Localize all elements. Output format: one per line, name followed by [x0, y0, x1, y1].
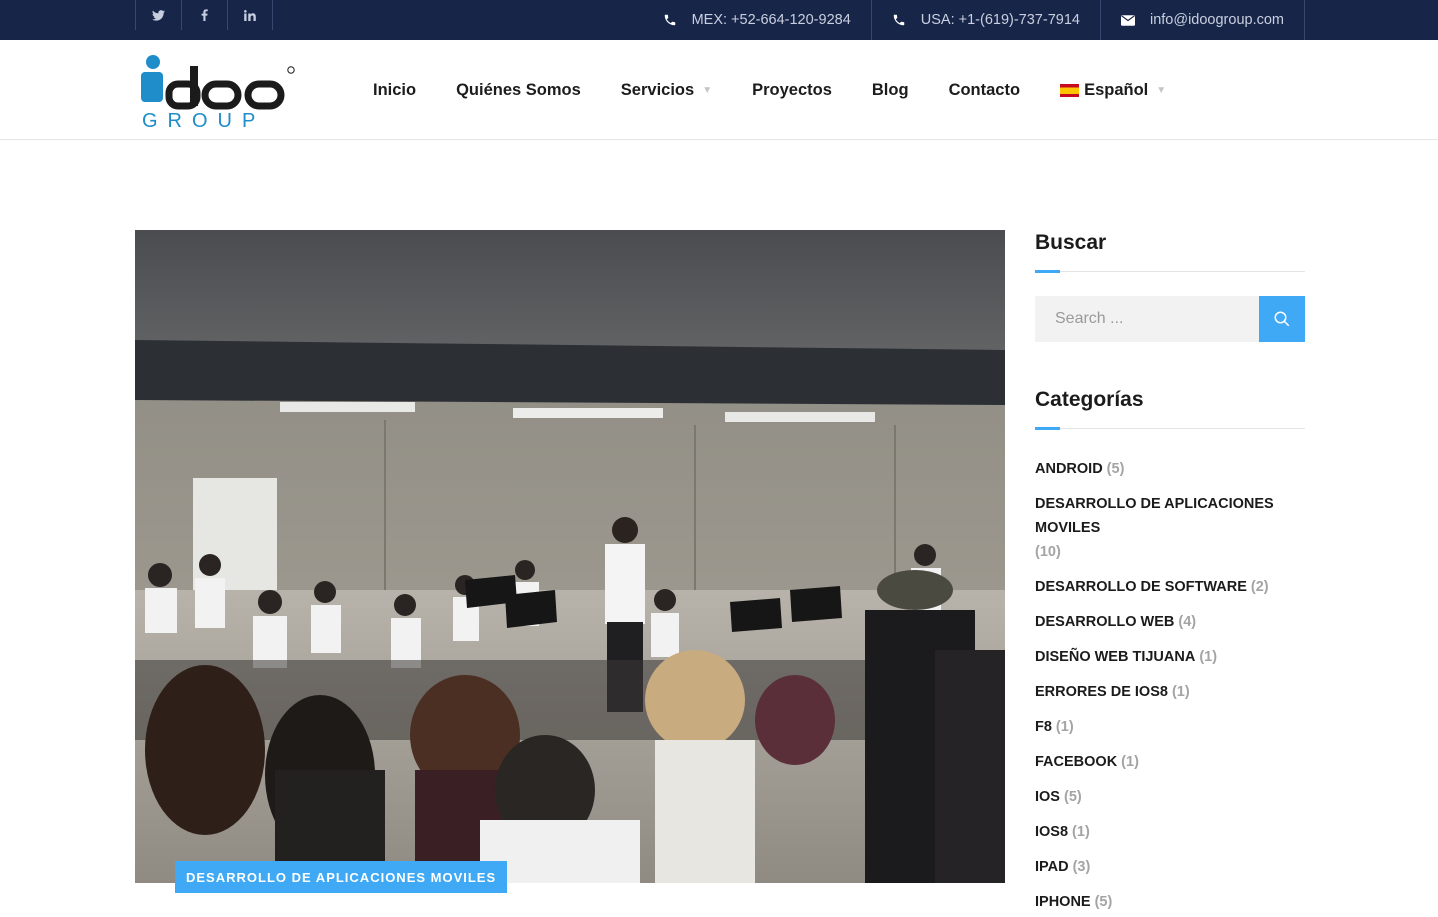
nav-servicios[interactable]: Servicios ▼ [621, 81, 712, 100]
category-name: IPHONE [1035, 894, 1091, 910]
nav-quienes-somos-label: Quiénes Somos [456, 80, 581, 99]
category-item[interactable]: ERRORES DE IOS8 (1) [1035, 680, 1305, 704]
social-links [135, 0, 273, 30]
category-name: IOS [1035, 789, 1060, 805]
contact-email-text: info@idoogroup.com [1149, 12, 1284, 28]
category-count: (2) [1250, 579, 1269, 595]
phone-icon [664, 14, 675, 26]
language-switcher[interactable]: Español ▼ [1060, 81, 1166, 100]
category-item[interactable]: IOS (5) [1035, 785, 1305, 809]
category-item[interactable]: DESARROLLO WEB (4) [1035, 610, 1305, 634]
category-name: IOS8 [1035, 824, 1069, 840]
category-count: (1) [1055, 719, 1074, 735]
contact-email[interactable]: info@idoogroup.com [1101, 0, 1305, 40]
category-count: (10) [1035, 544, 1061, 560]
nav-blog-label: Blog [871, 80, 909, 99]
spain-flag-icon [1060, 83, 1080, 97]
category-item[interactable]: DESARROLLO DE SOFTWARE (2) [1035, 575, 1305, 599]
linkedin-icon [244, 9, 256, 21]
site-logo[interactable]: GROUP [139, 50, 299, 132]
category-name: FACEBOOK [1035, 754, 1118, 770]
category-count: (5) [1106, 461, 1125, 477]
search-form [1035, 296, 1305, 342]
category-count: (1) [1072, 824, 1090, 840]
category-count: (4) [1178, 614, 1197, 630]
twitter-link[interactable] [135, 0, 181, 30]
nav-blog[interactable]: Blog [872, 81, 909, 100]
nav-servicios-label: Servicios [620, 80, 695, 99]
category-name: DESARROLLO DE APLICACIONES MOVILES [1035, 496, 1274, 536]
contact-phone-mex[interactable]: MEX: +52-664-120-9284 [643, 0, 872, 40]
title-divider [1035, 427, 1305, 430]
category-count: (5) [1094, 894, 1113, 910]
main-nav: Inicio Quiénes Somos Servicios ▼ Proyecto… [373, 40, 1206, 140]
post-category-badge[interactable]: DESARROLLO DE APLICACIONES MOVILES [175, 861, 508, 893]
category-name: ERRORES DE IOS8 [1035, 684, 1168, 700]
category-item[interactable]: ANDROID (5) [1035, 457, 1305, 481]
nav-quienes-somos[interactable]: Quiénes Somos [456, 81, 581, 100]
search-icon [1274, 311, 1290, 327]
nav-proyectos-label: Proyectos [752, 80, 832, 99]
post-featured-image[interactable] [135, 230, 1005, 883]
category-name: ANDROID [1035, 461, 1103, 477]
search-button[interactable] [1259, 296, 1305, 342]
site-header: GROUP Inicio Quiénes Somos Servicios ▼ Pr… [0, 40, 1438, 140]
category-name: DESARROLLO DE SOFTWARE [1035, 579, 1247, 595]
category-item[interactable]: IPHONE (5) [1035, 890, 1305, 914]
category-name: IPAD [1035, 859, 1069, 875]
twitter-icon [152, 9, 165, 21]
search-widget-title: Buscar [1035, 231, 1107, 254]
search-widget: Buscar [1035, 230, 1305, 342]
category-item[interactable]: FACEBOOK (1) [1035, 750, 1305, 774]
nav-contacto[interactable]: Contacto [949, 81, 1021, 100]
nav-inicio[interactable]: Inicio [373, 81, 416, 100]
contact-phone-usa[interactable]: USA: +1-(619)-737-7914 [872, 0, 1101, 40]
category-count: (1) [1121, 754, 1139, 770]
phone-icon [893, 14, 905, 26]
title-divider [1035, 270, 1305, 273]
category-count: (3) [1072, 859, 1091, 875]
nav-inicio-label: Inicio [373, 80, 417, 99]
category-item[interactable]: DISEÑO WEB TIJUANA (1) [1035, 645, 1305, 669]
category-count: (1) [1199, 649, 1218, 665]
chevron-down-icon: ▼ [1156, 84, 1167, 96]
contact-phone-usa-text: USA: +1-(619)-737-7914 [920, 12, 1080, 28]
linkedin-link[interactable] [227, 0, 273, 30]
language-label: Español [1084, 80, 1149, 99]
nav-proyectos[interactable]: Proyectos [752, 81, 832, 100]
sidebar: Buscar Categorías ANDROID(5) DESARROLLO … [1035, 230, 1305, 917]
envelope-icon [1120, 14, 1135, 26]
category-item[interactable]: F8 (1) [1035, 715, 1305, 739]
contact-info: MEX: +52-664-120-9284 USA: +1-(619)-737-… [643, 0, 1305, 40]
facebook-link[interactable] [181, 0, 227, 30]
category-name: F8 [1035, 719, 1052, 735]
category-list: ANDROID (5) DESARROLLO DE APLICACIONES MO… [1035, 457, 1305, 914]
search-input[interactable] [1035, 296, 1259, 342]
category-name: DESARROLLO WEB [1035, 614, 1175, 630]
chevron-down-icon: ▼ [702, 84, 713, 96]
top-bar: MEX: +52-664-120-9284 USA: +1-(619)-737-… [0, 0, 1438, 40]
svg-text:GROUP: GROUP [142, 110, 265, 128]
category-item[interactable]: IOS8 (1) [1035, 820, 1305, 844]
categories-widget: Categorías ANDROID (5) DESARROLLO DE APLI… [1035, 387, 1305, 914]
category-item[interactable]: DESARROLLO DE APLICACIONES MOVILES (10) [1035, 492, 1275, 564]
category-count: (5) [1063, 789, 1082, 805]
category-count: (1) [1171, 684, 1190, 700]
nav-contacto-label: Contacto [948, 80, 1021, 99]
facebook-icon [201, 9, 208, 21]
categories-widget-title: Categorías [1035, 388, 1144, 411]
category-name: DISEÑO WEB TIJUANA [1035, 649, 1196, 665]
category-item[interactable]: IPAD (3) [1035, 855, 1305, 879]
contact-phone-mex-text: MEX: +52-664-120-9284 [691, 12, 851, 28]
